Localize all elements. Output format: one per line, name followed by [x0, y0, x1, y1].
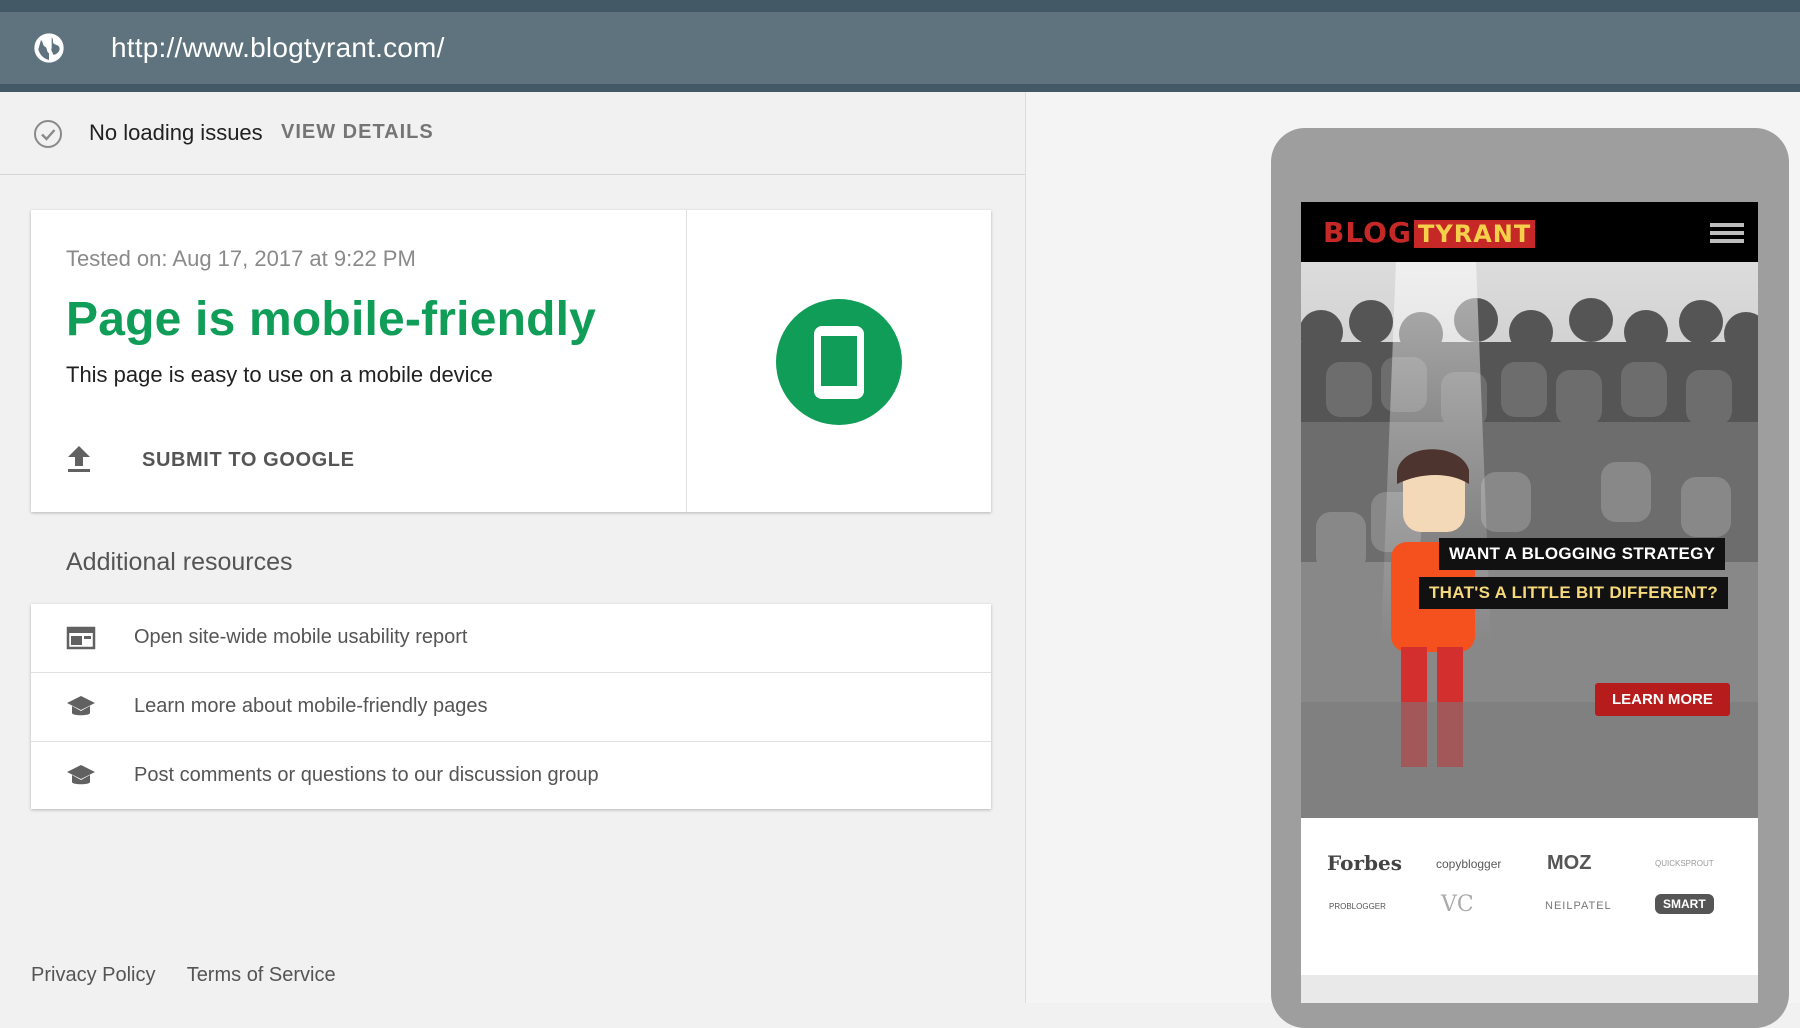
- submit-label: SUBMIT TO GOOGLE: [142, 449, 355, 471]
- verdict-heading: Page is mobile-friendly: [66, 293, 597, 346]
- logo-part-2: TYRANT: [1413, 220, 1536, 248]
- tested-on-text: Tested on: Aug 17, 2017 at 9:22 PM: [66, 246, 416, 271]
- hero-headline-2: THAT'S A LITTLE BIT DIFFERENT?: [1419, 577, 1729, 609]
- footer: Privacy Policy Terms of Service: [31, 964, 362, 987]
- web-layout-icon: [66, 626, 96, 650]
- loading-status-bar: No loading issues VIEW DETAILS: [0, 92, 1025, 175]
- hero-headline-1: WANT A BLOGGING STRATEGY: [1439, 538, 1726, 570]
- resource-item-label: Learn more about mobile-friendly pages: [134, 695, 488, 717]
- globe-icon: [34, 33, 64, 63]
- submit-to-google-button[interactable]: SUBMIT TO GOOGLE: [66, 440, 354, 480]
- press-logo: VC: [1441, 892, 1474, 917]
- resource-item-label: Post comments or questions to our discus…: [134, 764, 599, 786]
- mobile-phone-icon: [776, 299, 902, 425]
- site-header: BLOG TYRANT: [1301, 202, 1758, 262]
- resource-item-usability-report[interactable]: Open site-wide mobile usability report: [31, 604, 991, 672]
- screen-bottom-strip: [1301, 975, 1758, 1003]
- preview-panel: BLOG TYRANT WANT A BLOGGING STRATEGY THA…: [1026, 92, 1800, 1028]
- press-logo: MOZ: [1547, 852, 1592, 874]
- url-text[interactable]: http://www.blogtyrant.com/: [111, 30, 445, 66]
- check-circle-icon: [34, 120, 62, 148]
- resource-item-discussion-group[interactable]: Post comments or questions to our discus…: [31, 741, 991, 810]
- card-divider: [686, 210, 687, 512]
- hero-image: WANT A BLOGGING STRATEGY THAT'S A LITTLE…: [1301, 262, 1758, 818]
- rendered-page-screenshot[interactable]: BLOG TYRANT WANT A BLOGGING STRATEGY THA…: [1301, 202, 1758, 1003]
- press-logo: Forbes: [1327, 851, 1402, 875]
- loading-status-text: No loading issues: [89, 120, 263, 145]
- verdict-description: This page is easy to use on a mobile dev…: [66, 362, 493, 387]
- press-logo: NEILPATEL: [1545, 900, 1612, 912]
- press-logo: QUICKSPROUT: [1655, 859, 1714, 868]
- view-details-button[interactable]: VIEW DETAILS: [281, 121, 434, 144]
- learn-more-button[interactable]: LEARN MORE: [1595, 683, 1730, 716]
- additional-resources-title: Additional resources: [66, 548, 293, 576]
- school-icon: [67, 765, 95, 785]
- press-logo: SMART: [1655, 894, 1714, 914]
- terms-of-service-link[interactable]: Terms of Service: [187, 964, 336, 986]
- menu-icon: [1710, 223, 1744, 243]
- url-bar-container: http://www.blogtyrant.com/: [0, 0, 1800, 92]
- results-panel: No loading issues VIEW DETAILS Tested on…: [0, 92, 1026, 1003]
- url-bar[interactable]: http://www.blogtyrant.com/: [0, 12, 1800, 84]
- press-logo: copyblogger: [1436, 857, 1502, 871]
- result-card: Tested on: Aug 17, 2017 at 9:22 PM Page …: [31, 210, 991, 512]
- press-logo: PROBLOGGER: [1329, 902, 1386, 911]
- site-logo: BLOG TYRANT: [1323, 216, 1536, 249]
- resource-item-label: Open site-wide mobile usability report: [134, 626, 468, 648]
- resources-card: Open site-wide mobile usability report L…: [31, 604, 991, 809]
- privacy-policy-link[interactable]: Privacy Policy: [31, 964, 155, 986]
- school-icon: [67, 696, 95, 716]
- press-logos: Forbes copyblogger MOZ QUICKSPROUT PROBL…: [1301, 818, 1758, 975]
- upload-icon: [68, 446, 90, 472]
- logo-part-1: BLOG: [1323, 216, 1412, 249]
- resource-item-learn-more[interactable]: Learn more about mobile-friendly pages: [31, 672, 991, 741]
